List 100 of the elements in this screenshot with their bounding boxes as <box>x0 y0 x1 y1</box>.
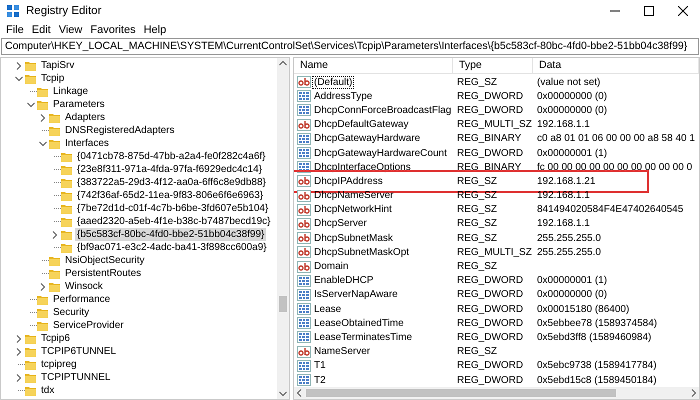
menu-item[interactable]: View <box>54 24 86 36</box>
tree-item[interactable]: Interfaces <box>63 137 111 150</box>
tree-item[interactable]: {23e8f311-971a-4fda-97fa-f6929edc4c14} <box>75 163 264 176</box>
value-name[interactable]: Lease <box>312 302 344 316</box>
value-name[interactable]: (Default) <box>312 76 354 89</box>
tree-item[interactable]: Security <box>51 306 92 319</box>
tree-item[interactable]: Linkage <box>51 85 90 98</box>
value-name[interactable]: IsServerNapAware <box>312 288 400 302</box>
value-name[interactable]: DhcpGatewayHardwareCount <box>312 146 449 160</box>
value-name[interactable]: AddressType <box>312 90 374 103</box>
value-data: 192.168.1.1 <box>536 190 591 202</box>
value-name[interactable]: DhcpSubnetMask <box>312 232 395 245</box>
folder-icon <box>61 242 72 252</box>
value-name[interactable]: Domain <box>312 260 350 274</box>
value-data: 0x00000000 (0) <box>536 104 608 116</box>
menu-item[interactable]: Edit <box>28 24 55 36</box>
column-header[interactable]: Data <box>533 58 699 73</box>
value-name[interactable]: DhcpInterfaceOptions <box>312 160 413 174</box>
tree-item[interactable]: {383722a5-29d3-4f12-aa0a-6ff6c8e9db88} <box>75 176 268 189</box>
folder-icon <box>61 190 72 200</box>
tree-item[interactable]: NsiObjectSecurity <box>63 254 146 267</box>
tree-item[interactable]: Winsock <box>63 280 105 293</box>
value-name[interactable]: DhcpSubnetMaskOpt <box>312 246 412 259</box>
tree-item[interactable]: DNSRegisteredAdapters <box>63 124 176 137</box>
folder-icon <box>61 164 72 174</box>
folder-icon <box>49 268 60 278</box>
folder-icon <box>49 282 60 292</box>
address-field[interactable]: Computer\HKEY_LOCAL_MACHINE\SYSTEM\CurrentControlSet\Services\Tcpip\Parameters\Interfaces\{b5c583cf-80bc-4fd0-bbe2-51bb04c38f99} <box>1 38 699 55</box>
tree-item[interactable]: tdx <box>39 384 56 397</box>
value-type: REG_DWORD <box>456 104 524 116</box>
tree-item[interactable]: {0471cb78-875d-47bb-a2a4-fe0f282c4a6f} <box>75 150 268 163</box>
value-name[interactable]: DhcpServer <box>312 217 369 230</box>
value-data: 0x00000001 (1) <box>536 275 608 286</box>
folder-icon <box>49 138 60 148</box>
value-name[interactable]: T2 <box>312 374 328 387</box>
tree-item[interactable]: TCPIP6TUNNEL <box>39 345 118 358</box>
value-name[interactable]: T1 <box>312 359 328 372</box>
tree-item[interactable]: Adapters <box>63 111 108 124</box>
folder-icon <box>49 112 60 122</box>
tree-item[interactable]: PersistentRoutes <box>63 267 144 280</box>
value-name[interactable]: DhcpDefaultGateway <box>312 118 410 132</box>
folder-icon <box>37 100 48 110</box>
folder-icon <box>25 360 36 370</box>
value-name[interactable]: DhcpNetworkHint <box>312 203 394 216</box>
scroll-left-icon[interactable] <box>296 389 302 397</box>
value-type: REG_DWORD <box>456 289 524 300</box>
value-type: REG_DWORD <box>456 332 524 343</box>
tree-item[interactable]: {742f36af-65d2-11ea-9f83-806e6f6e6963} <box>75 189 266 202</box>
tree-item[interactable]: ServiceProvider <box>51 319 126 332</box>
menu-item[interactable]: Help <box>140 24 170 36</box>
scrollbar-thumb[interactable] <box>306 389 616 397</box>
tree-item[interactable]: tcpipreg <box>39 358 79 371</box>
tree-item[interactable]: Tcpip6 <box>39 332 72 345</box>
tree-item[interactable]: TCPIPTUNNEL <box>39 371 112 384</box>
value-name[interactable]: NameServer <box>312 345 372 358</box>
value-name[interactable]: DhcpIPAddress <box>312 174 385 188</box>
column-header[interactable]: Type <box>453 58 533 73</box>
folder-icon <box>25 334 36 344</box>
folder-icon <box>25 386 36 396</box>
value-type: REG_BINARY <box>456 133 522 144</box>
value-type: REG_SZ <box>456 218 498 230</box>
tree-item[interactable]: {7be72d1d-c01f-4c7b-b6be-3fd607e5b104} <box>75 202 270 215</box>
tree-item[interactable]: {b5c583cf-80bc-4fd0-bbe2-51bb04c38f99} <box>75 228 266 241</box>
value-data: 0x00000000 (0) <box>536 289 608 300</box>
value-name[interactable]: EnableDHCP <box>312 274 376 288</box>
scroll-down-icon[interactable] <box>279 391 287 397</box>
value-name[interactable]: DhcpConnForceBroadcastFlag <box>312 104 454 117</box>
value-name[interactable]: DhcpNameServer <box>312 189 396 202</box>
menu-item[interactable]: File <box>2 24 28 36</box>
value-type: REG_DWORD <box>456 90 524 102</box>
horizontal-scrollbar[interactable] <box>294 387 699 399</box>
value-data: 255.255.255.0 <box>536 232 602 244</box>
scroll-right-icon[interactable] <box>691 389 697 397</box>
value-type: REG_DWORD <box>456 275 524 286</box>
tree-item[interactable]: {bf9ac071-e3c2-4adc-ba41-3f898cc600a9} <box>75 241 269 254</box>
value-name[interactable]: DhcpGatewayHardware <box>312 132 422 146</box>
tree-item[interactable]: Performance <box>51 293 112 306</box>
menu-item[interactable]: Favorites <box>86 24 140 36</box>
value-data: 192.168.1.1 <box>536 218 591 230</box>
tree-item[interactable]: Parameters <box>51 98 107 111</box>
value-type: REG_BINARY <box>456 162 522 173</box>
tree-item[interactable]: {aaed2320-a5eb-4f1e-b38c-b7487becd19c} <box>75 215 273 228</box>
scroll-up-icon[interactable] <box>279 60 287 66</box>
value-type: REG_SZ <box>456 346 498 358</box>
value-data: 0x00000000 (0) <box>536 90 608 102</box>
value-type: REG_DWORD <box>456 148 524 159</box>
close-icon <box>678 6 688 16</box>
value-name[interactable]: LeaseTerminatesTime <box>312 330 414 344</box>
value-data: 841494020584F4E47402640545 <box>536 204 684 216</box>
value-type: REG_SZ <box>456 261 498 272</box>
vertical-scrollbar[interactable] <box>277 58 289 399</box>
scrollbar-thumb[interactable] <box>279 296 287 312</box>
value-name[interactable]: LeaseObtainedTime <box>312 316 406 330</box>
column-header[interactable]: Name <box>294 58 453 73</box>
value-type: REG_DWORD <box>456 360 524 372</box>
tree-item[interactable]: Tcpip <box>39 72 66 85</box>
folder-icon <box>37 86 48 96</box>
value-data: 192.168.1.21 <box>536 176 596 187</box>
tree-item[interactable]: TapiSrv <box>39 59 76 72</box>
value-type: REG_SZ <box>456 232 498 244</box>
